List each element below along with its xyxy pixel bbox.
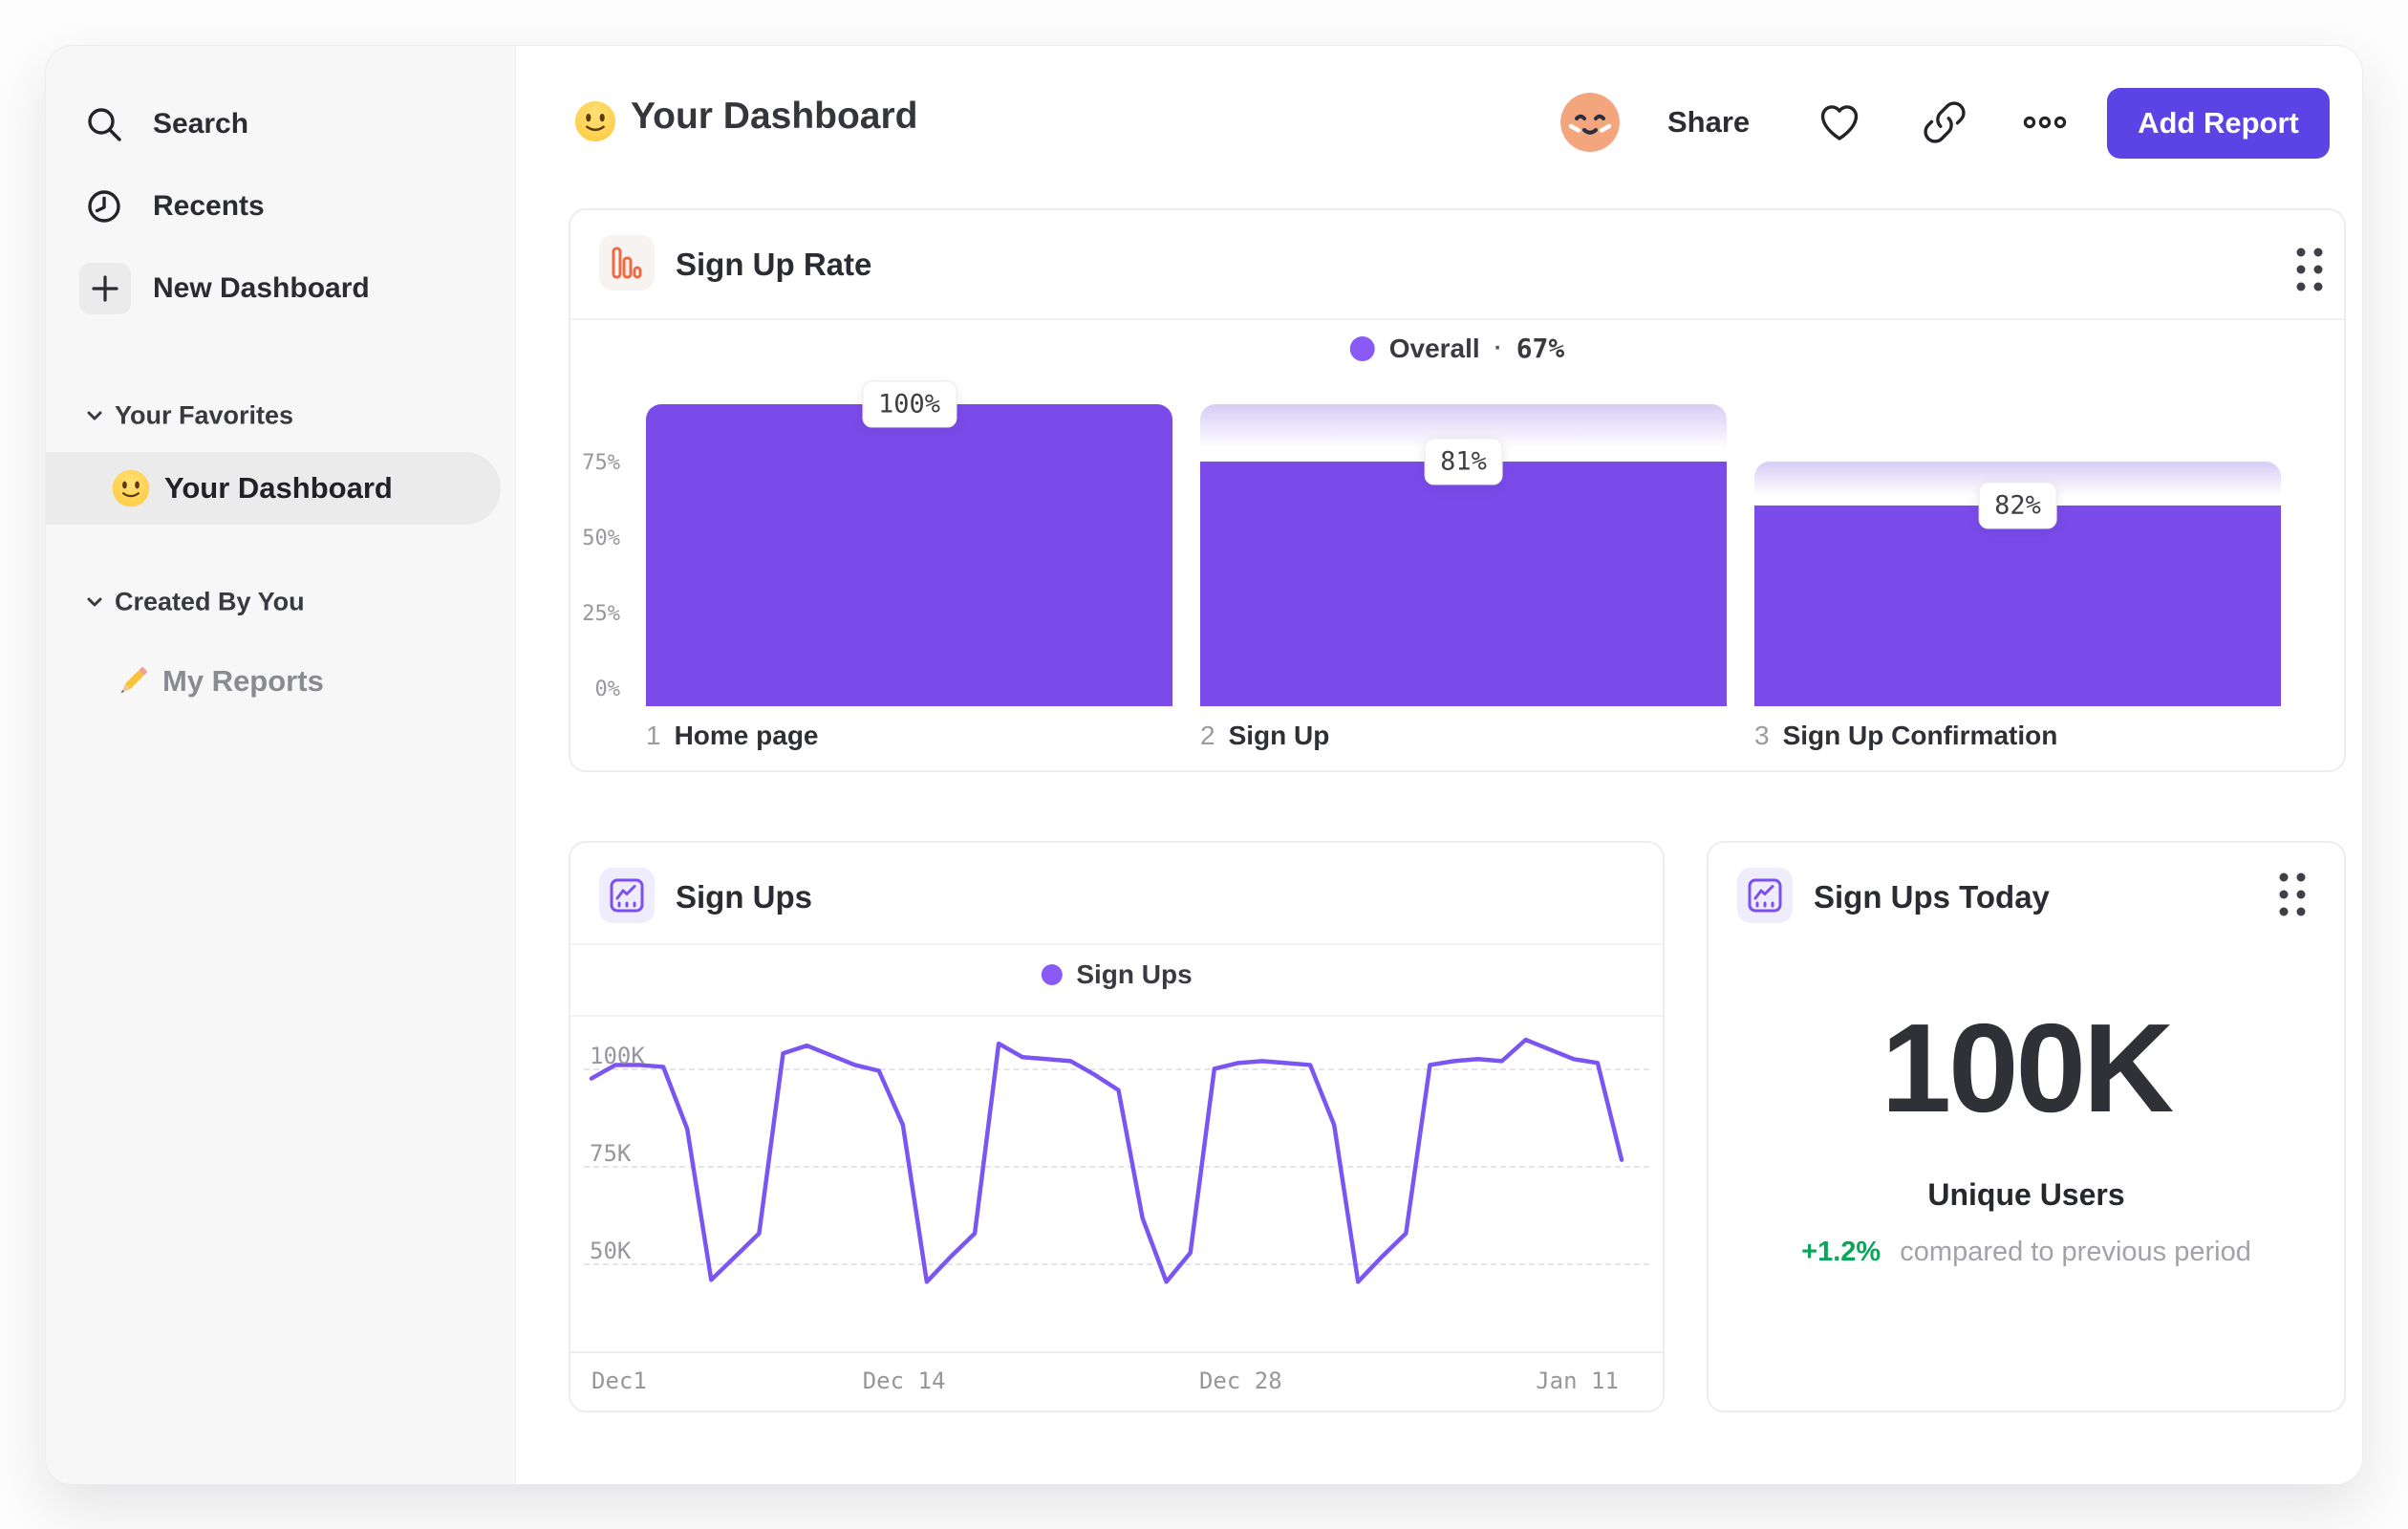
card-sign-ups-today: Sign Ups Today 100K Unique Users +1.2% c… — [1707, 841, 2346, 1412]
sidebar-item-recents[interactable]: Recents — [46, 178, 515, 235]
section-your-favorites[interactable]: Your Favorites — [46, 392, 515, 440]
funnel-step-index: 3 — [1754, 721, 1770, 750]
sidebar-item-search[interactable]: Search — [46, 96, 515, 153]
section-title: Your Favorites — [115, 400, 294, 430]
metric-delta-row: +1.2% compared to previous period — [1709, 1237, 2344, 1268]
recents-clock-icon — [88, 190, 120, 223]
sidebar-item-label: My Reports — [162, 664, 324, 698]
chevron-down-icon — [87, 411, 102, 420]
card-sign-ups: Sign Ups Sign Ups 100K 75K 50K Dec1 Dec 14 De… — [569, 841, 1665, 1412]
funnel-step-label: 3 Sign Up Confirmation — [1754, 721, 2057, 751]
line-plot: 100K 75K 50K Dec1 Dec 14 Dec 28 Jan 11 — [570, 843, 1663, 1411]
sidebar: Search Recents New Dashboard Your Favori — [46, 46, 516, 1484]
funnel-plot: 75% 50% 25% 0% 100% 1 Home page 81% 2 Sign Up 82% 3… — [570, 210, 2344, 770]
line-chart-icon — [1737, 868, 1793, 923]
funnel-step-label: 1 Home page — [646, 721, 819, 751]
sidebar-item-label: Your Dashboard — [164, 471, 393, 505]
metric-value: 100K — [1881, 998, 2175, 1138]
funnel-step-index: 2 — [1200, 721, 1215, 750]
share-button[interactable]: Share — [1667, 105, 1750, 140]
chevron-down-icon — [87, 597, 102, 607]
delta-badge: +1.2% — [1801, 1237, 1881, 1267]
heart-icon — [1820, 105, 1859, 140]
sidebar-item-label: Search — [153, 108, 249, 140]
sidebar-item-new-dashboard[interactable]: New Dashboard — [46, 260, 515, 317]
sidebar-item-label: Recents — [153, 190, 265, 222]
dashboard-title-emoji-icon — [574, 100, 616, 142]
plus-icon — [79, 263, 131, 314]
section-created-by-you[interactable]: Created By You — [46, 578, 515, 626]
delta-note: compared to previous period — [1900, 1237, 2251, 1267]
sign-ups-line-series — [589, 1037, 1624, 1284]
ellipsis-icon — [2023, 116, 2067, 129]
add-report-button[interactable]: Add Report — [2107, 88, 2330, 159]
funnel-value-chip: 100% — [861, 380, 957, 428]
main-content: Your Dashboard Share Add Report Sign Up … — [516, 46, 2362, 1484]
funnel-step-name: Home page — [674, 721, 819, 750]
line-y-tick: 100K — [590, 1043, 645, 1069]
funnel-y-tick: 0% — [594, 678, 621, 701]
funnel-step-name: Sign Up Confirmation — [1782, 721, 2058, 750]
link-icon — [1924, 101, 1966, 143]
copy-link-button[interactable] — [1922, 99, 1967, 145]
funnel-value-chip: 82% — [1978, 482, 2057, 529]
funnel-step-index: 1 — [646, 721, 661, 750]
more-options-button[interactable] — [2022, 99, 2068, 145]
funnel-step-label: 2 Sign Up — [1200, 721, 1329, 751]
funnel-value-chip: 81% — [1424, 438, 1503, 485]
sidebar-item-my-reports[interactable]: My Reports — [46, 653, 515, 710]
funnel-bar-converted — [1754, 506, 2281, 706]
funnel-bar-converted — [1200, 462, 1727, 706]
sidebar-item-your-dashboard[interactable]: Your Dashboard — [46, 452, 501, 525]
section-title: Created By You — [115, 587, 305, 616]
card-title: Sign Ups Today — [1814, 879, 2050, 915]
favorite-heart-button[interactable] — [1817, 99, 1862, 145]
page-title: Your Dashboard — [631, 96, 918, 137]
funnel-y-tick: 25% — [582, 602, 620, 626]
sidebar-item-label: New Dashboard — [153, 272, 370, 304]
search-icon — [88, 108, 121, 141]
drag-handle-icon[interactable] — [2278, 872, 2307, 916]
line-y-tick: 50K — [590, 1238, 632, 1264]
funnel-bar-converted — [646, 404, 1172, 706]
line-y-tick: 75K — [590, 1140, 632, 1167]
funnel-y-tick: 50% — [582, 527, 620, 550]
funnel-step-name: Sign Up — [1228, 721, 1330, 750]
avatar[interactable] — [1560, 93, 1620, 152]
funnel-y-tick: 75% — [582, 451, 620, 475]
pencil-emoji-icon — [120, 667, 147, 694]
smiley-emoji-icon — [112, 469, 150, 507]
card-sign-up-rate: Sign Up Rate Overall · 67% 75% 50% 25% 0% 10… — [569, 208, 2346, 772]
metric-label: Unique Users — [1927, 1177, 2125, 1212]
app-window: Search Recents New Dashboard Your Favori — [46, 46, 2362, 1484]
funnel-bar — [646, 404, 1172, 706]
